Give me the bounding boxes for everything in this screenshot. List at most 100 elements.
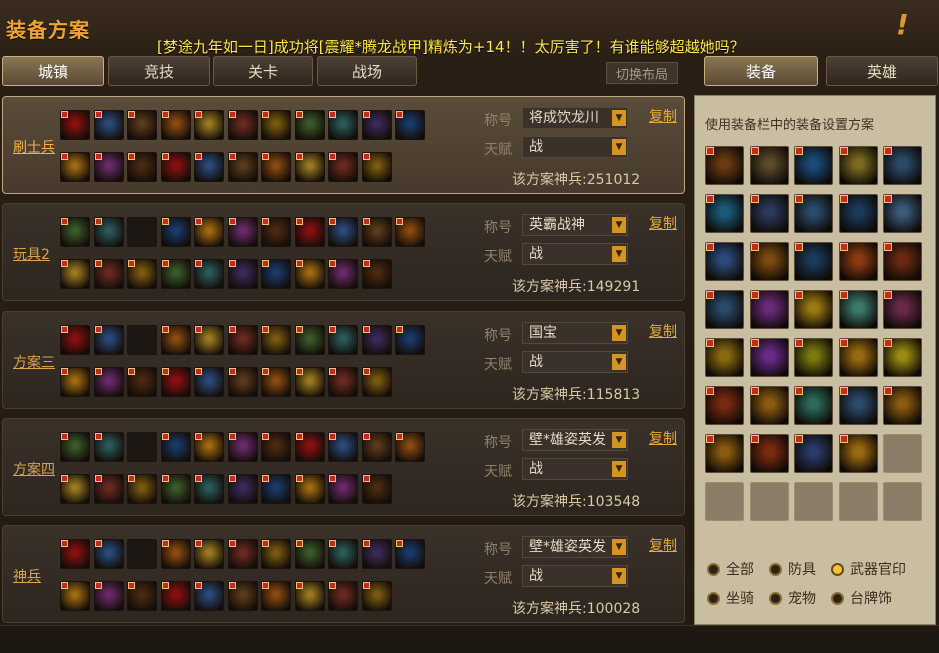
equipment-slot[interactable] bbox=[261, 110, 291, 140]
talent-select[interactable]: 战 ▼ bbox=[522, 565, 628, 587]
equipment-slot[interactable] bbox=[160, 325, 191, 355]
plan-card[interactable]: 神兵 称号 壁*雄姿英发 ▼ 天赋战 ▼ 复制 该方案神兵:100028 bbox=[2, 525, 685, 623]
equipment-slot[interactable] bbox=[294, 581, 325, 611]
plan-name[interactable]: 神兵 bbox=[13, 566, 41, 586]
equipment-slot[interactable] bbox=[227, 367, 258, 397]
filter-mount[interactable]: 坐骑 bbox=[707, 588, 754, 608]
inventory-slot[interactable] bbox=[749, 242, 789, 281]
dropdown-arrow-icon[interactable]: ▼ bbox=[612, 568, 626, 584]
inventory-slot[interactable] bbox=[794, 290, 833, 329]
inventory-slot[interactable] bbox=[838, 434, 878, 473]
inventory-slot[interactable] bbox=[749, 290, 789, 329]
equipment-slot[interactable] bbox=[93, 110, 124, 140]
inventory-slot[interactable] bbox=[883, 242, 922, 281]
equipment-slot[interactable] bbox=[261, 152, 291, 182]
equipment-slot[interactable] bbox=[261, 217, 291, 247]
filter-armor[interactable]: 防具 bbox=[769, 559, 816, 579]
equipment-slot[interactable] bbox=[227, 474, 258, 504]
equipment-slot[interactable] bbox=[60, 110, 90, 140]
plan-name[interactable]: 方案三 bbox=[13, 352, 55, 372]
equipment-slot[interactable] bbox=[261, 581, 291, 611]
inventory-slot[interactable] bbox=[838, 146, 878, 185]
plan-card[interactable]: 方案三 称号 国宝 ▼ 天赋战 ▼ 复制 该方案神兵:115813 bbox=[2, 311, 685, 409]
inventory-slot[interactable] bbox=[705, 146, 744, 185]
equipment-slot[interactable] bbox=[60, 539, 90, 569]
equipment-slot[interactable] bbox=[328, 581, 358, 611]
equipment-slot[interactable] bbox=[395, 539, 425, 569]
equipment-slot[interactable] bbox=[361, 539, 392, 569]
dropdown-arrow-icon[interactable]: ▼ bbox=[612, 217, 626, 233]
talent-select[interactable]: 战 ▼ bbox=[522, 243, 628, 265]
equipment-slot[interactable] bbox=[395, 217, 425, 247]
equipment-slot[interactable] bbox=[261, 367, 291, 397]
equipment-slot[interactable] bbox=[194, 539, 224, 569]
equipment-slot[interactable] bbox=[60, 325, 90, 355]
equipment-slot[interactable] bbox=[261, 539, 291, 569]
equipment-slot[interactable] bbox=[227, 539, 258, 569]
equipment-slot[interactable] bbox=[60, 474, 90, 504]
equipment-slot[interactable] bbox=[60, 367, 90, 397]
equipment-slot[interactable] bbox=[194, 259, 224, 289]
equipment-slot[interactable] bbox=[93, 259, 124, 289]
inventory-slot[interactable] bbox=[705, 290, 744, 329]
title-select[interactable]: 国宝 ▼ bbox=[522, 322, 628, 344]
title-select[interactable]: 壁*雄姿英发 ▼ bbox=[522, 536, 628, 558]
inventory-slot[interactable] bbox=[749, 386, 789, 425]
equipment-slot[interactable] bbox=[127, 581, 157, 611]
equipment-slot[interactable] bbox=[328, 474, 358, 504]
inventory-slot[interactable] bbox=[883, 338, 922, 377]
inventory-slot[interactable] bbox=[838, 290, 878, 329]
inventory-slot[interactable] bbox=[794, 482, 833, 521]
inventory-slot[interactable] bbox=[705, 242, 744, 281]
equipment-slot[interactable] bbox=[294, 474, 325, 504]
equipment-slot[interactable] bbox=[127, 325, 157, 355]
equipment-slot[interactable] bbox=[261, 259, 291, 289]
equipment-slot[interactable] bbox=[127, 539, 157, 569]
talent-select[interactable]: 战 ▼ bbox=[522, 351, 628, 373]
copy-button[interactable]: 复制 bbox=[649, 428, 677, 448]
equipment-slot[interactable] bbox=[395, 432, 425, 462]
dropdown-arrow-icon[interactable]: ▼ bbox=[612, 110, 626, 126]
equipment-slot[interactable] bbox=[361, 474, 392, 504]
equipment-slot[interactable] bbox=[328, 367, 358, 397]
equipment-slot[interactable] bbox=[328, 259, 358, 289]
tab-arena[interactable]: 竞技 bbox=[108, 56, 210, 86]
inventory-slot[interactable] bbox=[883, 482, 922, 521]
equipment-slot[interactable] bbox=[194, 367, 224, 397]
equipment-slot[interactable] bbox=[261, 432, 291, 462]
inventory-slot[interactable] bbox=[705, 338, 744, 377]
plan-card[interactable]: 玩具2 称号 英霸战神 ▼ 天赋战 ▼ 复制 该方案神兵:149291 bbox=[2, 203, 685, 301]
equipment-slot[interactable] bbox=[194, 217, 224, 247]
inventory-slot[interactable] bbox=[749, 194, 789, 233]
inventory-slot[interactable] bbox=[838, 482, 878, 521]
inventory-slot[interactable] bbox=[838, 242, 878, 281]
plan-card[interactable]: 刷士兵 称号 将成饮龙川 ▼ 天赋战 ▼ 复制 该方案神兵:251012 bbox=[2, 96, 685, 194]
dropdown-arrow-icon[interactable]: ▼ bbox=[612, 325, 626, 341]
equipment-slot[interactable] bbox=[160, 217, 191, 247]
talent-select[interactable]: 战 ▼ bbox=[522, 136, 628, 158]
equipment-slot[interactable] bbox=[227, 217, 258, 247]
equipment-slot[interactable] bbox=[60, 217, 90, 247]
equipment-slot[interactable] bbox=[160, 259, 191, 289]
equipment-slot[interactable] bbox=[261, 474, 291, 504]
equipment-slot[interactable] bbox=[294, 367, 325, 397]
alert-icon[interactable]: ! bbox=[896, 8, 909, 41]
inventory-slot[interactable] bbox=[794, 386, 833, 425]
equipment-slot[interactable] bbox=[60, 581, 90, 611]
inventory-slot[interactable] bbox=[705, 194, 744, 233]
inventory-slot[interactable] bbox=[794, 146, 833, 185]
equipment-slot[interactable] bbox=[127, 259, 157, 289]
inventory-slot[interactable] bbox=[883, 386, 922, 425]
filter-ornament[interactable]: 台牌饰 bbox=[831, 588, 892, 608]
inventory-slot[interactable] bbox=[705, 386, 744, 425]
equipment-slot[interactable] bbox=[294, 539, 325, 569]
inventory-slot[interactable] bbox=[883, 146, 922, 185]
plan-name[interactable]: 玩具2 bbox=[13, 244, 50, 264]
equipment-slot[interactable] bbox=[160, 152, 191, 182]
equipment-slot[interactable] bbox=[160, 432, 191, 462]
inventory-slot[interactable] bbox=[749, 338, 789, 377]
equipment-slot[interactable] bbox=[227, 152, 258, 182]
equipment-slot[interactable] bbox=[328, 110, 358, 140]
inventory-slot[interactable] bbox=[749, 434, 789, 473]
equipment-slot[interactable] bbox=[227, 325, 258, 355]
